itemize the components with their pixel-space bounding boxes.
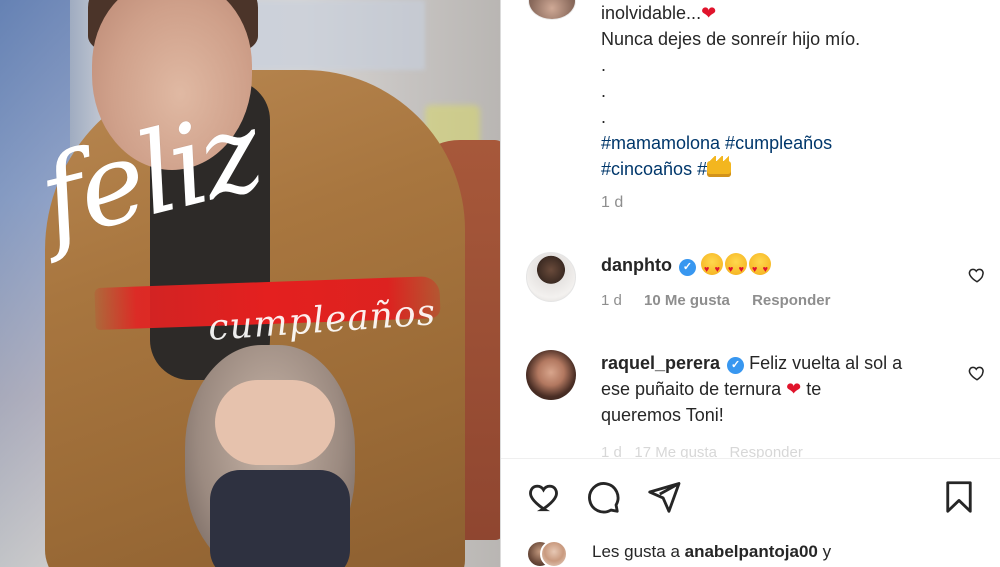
comment-item: raquel_perera ✓ Feliz vuelta al sol a es… — [526, 350, 986, 445]
heart-eyes-emoji — [749, 253, 772, 282]
comment-bubble-icon[interactable] — [585, 479, 621, 515]
verified-badge-icon: ✓ — [727, 357, 745, 374]
commenter-avatar[interactable] — [526, 252, 576, 302]
caption-text: inolvidable... — [601, 3, 702, 23]
comment-text: Feliz vuelta al sol a — [749, 353, 903, 373]
comment-text: queremos Toni! — [601, 405, 724, 425]
red-heart-emoji: ❤ — [786, 379, 802, 399]
heart-eyes-emoji — [701, 253, 724, 282]
comment-time[interactable]: 1 d — [601, 292, 622, 309]
liked-by-text: Les gusta a anabelpantoja00 y — [592, 542, 831, 562]
comment-like-heart-icon[interactable] — [968, 364, 986, 382]
comment-likes[interactable]: 10 Me gusta — [644, 292, 730, 309]
liked-by-prefix: Les gusta a — [592, 542, 680, 561]
comment-like-heart-icon[interactable] — [968, 266, 986, 284]
paper-plane-icon[interactable] — [646, 479, 682, 515]
post-caption: inolvidable...❤ Nunca dejes de sonreír h… — [601, 0, 981, 182]
comment-meta: 1 d 10 Me gusta Responder — [601, 292, 848, 309]
red-heart-emoji: ❤ — [701, 3, 717, 23]
author-avatar[interactable] — [528, 0, 576, 20]
comment-username[interactable]: raquel_perera — [601, 353, 720, 373]
comment-time[interactable]: 1 d — [601, 444, 622, 458]
heart-eyes-emoji — [725, 253, 748, 282]
post-action-bar — [501, 458, 1000, 538]
liker-avatar[interactable] — [540, 540, 568, 567]
comment-body: danphto ✓ — [601, 252, 941, 282]
comment-text: te — [806, 379, 822, 399]
verified-badge-icon: ✓ — [679, 259, 696, 276]
comment-item: danphto ✓ 1 d 10 Me gusta Responder — [526, 252, 986, 312]
liked-by-suffix: y — [822, 542, 832, 561]
reply-button[interactable]: Responder — [729, 444, 802, 458]
caption-dot: . — [601, 55, 607, 75]
commenter-avatar[interactable] — [526, 350, 576, 400]
comment-body: raquel_perera ✓ Feliz vuelta al sol a es… — [601, 350, 941, 428]
caption-dot: . — [601, 107, 607, 127]
photo-child-shirt — [210, 470, 350, 567]
liked-by-row: Les gusta a anabelpantoja00 y — [526, 538, 996, 567]
post-side-panel: inolvidable...❤ Nunca dejes de sonreír h… — [500, 0, 1000, 567]
photo-hand — [215, 380, 335, 465]
comment-text: ese puñaito de ternura — [601, 379, 782, 399]
comment-meta-partial: 1 d 17 Me gusta Responder — [601, 444, 803, 458]
heart-outline-icon[interactable] — [527, 479, 563, 515]
hashtag-line[interactable]: #cincoaños # — [601, 159, 707, 179]
photo-background-window — [235, 0, 425, 70]
bookmark-icon[interactable] — [941, 479, 977, 515]
post-photo[interactable]: feliz cumpleaños — [0, 0, 500, 567]
liked-by-username[interactable]: anabelpantoja00 — [685, 542, 818, 561]
hashtag-line[interactable]: #mamamolona #cumpleaños — [601, 130, 981, 156]
caption-timestamp[interactable]: 1 d — [601, 194, 623, 212]
caption-line: inolvidable...❤ — [601, 0, 981, 26]
crown-emoji — [707, 156, 732, 177]
reply-button[interactable]: Responder — [752, 292, 830, 309]
caption-dot: . — [601, 81, 607, 101]
comment-likes[interactable]: 17 Me gusta — [634, 444, 717, 458]
comment-username[interactable]: danphto — [601, 255, 672, 275]
caption-line: Nunca dejes de sonreír hijo mío. — [601, 29, 861, 49]
